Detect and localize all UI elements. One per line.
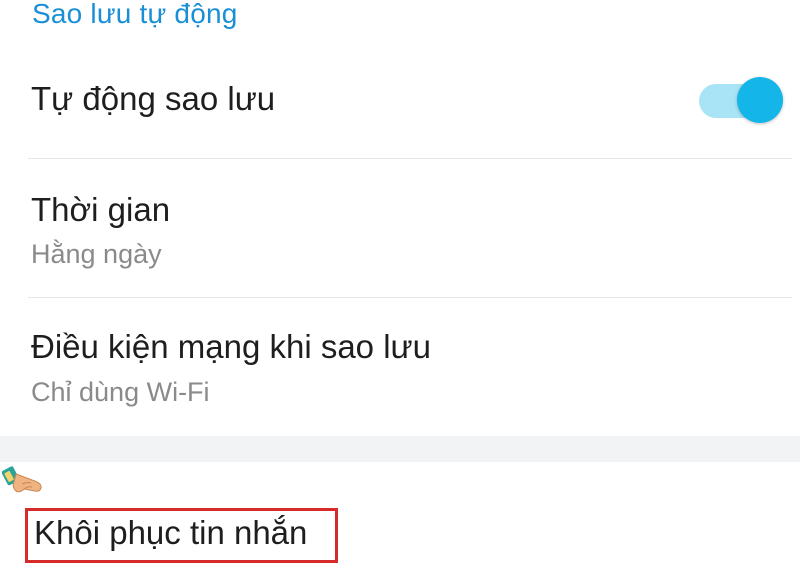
section-separator: [0, 436, 800, 462]
setting-row-auto-backup[interactable]: Tự động sao lưu: [0, 0, 800, 158]
pointing-hand-icon: [1, 462, 44, 500]
auto-backup-toggle[interactable]: [697, 77, 787, 123]
setting-subtitle-time: Hằng ngày: [31, 239, 162, 269]
setting-title-network-condition: Điều kiện mạng khi sao lưu: [31, 328, 431, 365]
restore-messages-button[interactable]: Khôi phục tin nhắn: [25, 508, 338, 563]
toggle-thumb: [737, 77, 783, 123]
auto-backup-settings-screen: Sao lưu tự động Tự động sao lưu Thời gia…: [0, 0, 800, 571]
setting-title-auto-backup: Tự động sao lưu: [31, 80, 276, 117]
setting-subtitle-network-condition: Chỉ dùng Wi-Fi: [31, 377, 210, 407]
setting-row-network-condition[interactable]: Điều kiện mạng khi sao lưu Chỉ dùng Wi-F…: [0, 298, 800, 436]
restore-messages-label: Khôi phục tin nhắn: [34, 514, 308, 551]
setting-row-time[interactable]: Thời gian Hằng ngày: [0, 159, 800, 297]
setting-title-time: Thời gian: [31, 191, 171, 228]
